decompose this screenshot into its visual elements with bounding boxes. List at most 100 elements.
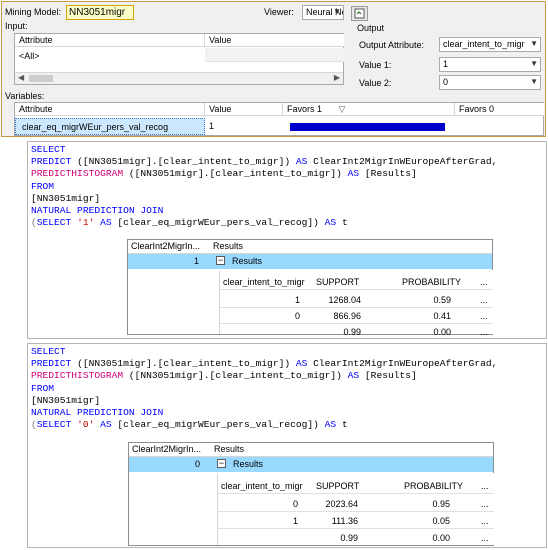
query-token: AS <box>347 168 360 180</box>
scroll-left-icon[interactable]: ◀ <box>18 73 24 82</box>
hist-cell: ... <box>481 499 489 509</box>
scroll-thumb[interactable] <box>29 75 53 82</box>
results-label: Results <box>232 256 263 266</box>
hist-header-attr: clear_intent_to_migr <box>223 277 305 287</box>
query-line: [NN3051migr] <box>31 395 497 407</box>
hist-cell: 2023.64 <box>325 499 358 509</box>
scroll-right-icon[interactable]: ▶ <box>334 73 340 82</box>
variables-header-attribute: Attribute <box>15 103 205 116</box>
query-line: SELECT <box>31 346 497 358</box>
dmx-query-1[interactable]: SELECT PREDICT ([NN3051migr].[clear_inten… <box>31 144 497 229</box>
favors1-label: Favors 1 <box>287 104 323 114</box>
query-token: [NN3051migr] <box>31 192 101 204</box>
query-panel-1: SELECT PREDICT ([NN3051migr].[clear_inten… <box>27 141 547 339</box>
hist-header-probability: PROBABILITY <box>404 481 464 491</box>
result-grid-2[interactable]: ClearInt2MigrIn... Results 0 − Results c… <box>128 442 494 546</box>
hist-cell: 0 <box>294 311 300 321</box>
chevron-down-icon: ▼ <box>333 7 341 16</box>
query-token: PREDICT <box>31 156 72 168</box>
input-grid[interactable]: Attribute Value <All> ◀ ▶ <box>14 33 344 85</box>
hist-cell: 0.59 <box>433 295 451 305</box>
query-line: PREDICT ([NN3051migr].[clear_intent_to_m… <box>31 156 497 168</box>
query-token: AS <box>295 156 308 168</box>
query-line: (SELECT '0' AS [clear_eq_migrWEur_pers_v… <box>31 419 497 431</box>
value1-select[interactable]: 1 ▼ <box>439 57 541 72</box>
query-token: ClearInt2MigrInWEuropeAfterGrad, <box>307 358 498 370</box>
query-line: NATURAL PREDICTION JOIN <box>31 407 497 419</box>
hist-cell: ... <box>481 516 489 526</box>
query-line: (SELECT '1' AS [clear_eq_migrWEur_pers_v… <box>31 217 497 229</box>
value2-label: Value 2: <box>359 78 392 88</box>
chevron-down-icon: ▼ <box>530 77 538 86</box>
query-token: NATURAL PREDICTION JOIN <box>31 205 164 217</box>
histogram-header: clear_intent_to_migr SUPPORT PROBABILITY… <box>218 478 494 494</box>
input-row-all[interactable]: <All> <box>19 51 40 61</box>
favors1-bar <box>290 123 445 131</box>
histogram-row: 0.99 0.00 ... <box>218 530 494 546</box>
output-attribute-value: clear_intent_to_migr <box>443 39 525 49</box>
query-token: PREDICTHISTOGRAM <box>31 168 124 180</box>
query-line: PREDICTHISTOGRAM ([NN3051migr].[clear_in… <box>31 370 497 382</box>
result-grid-header: ClearInt2MigrIn... Results <box>129 443 493 457</box>
query-token: AS <box>324 419 337 431</box>
query-token: SELECT <box>36 419 72 431</box>
hist-cell: 0.00 <box>432 533 450 543</box>
query-token: AS <box>295 358 308 370</box>
value2-select[interactable]: 0 ▼ <box>439 75 541 90</box>
hist-cell: 866.96 <box>333 311 361 321</box>
query-token: t <box>336 217 348 229</box>
histogram-table-1: clear_intent_to_migr SUPPORT PROBABILITY… <box>219 270 493 337</box>
hist-header-support: SUPPORT <box>316 277 360 287</box>
query-token: SELECT <box>36 217 72 229</box>
result-row-selected[interactable]: 0 − Results <box>129 457 493 472</box>
result-row-selected[interactable]: 1 − Results <box>128 254 492 269</box>
variables-header-value: Value <box>205 103 283 116</box>
hist-header-more: ... <box>480 277 488 287</box>
histogram-row: 0 866.96 0.41 ... <box>220 308 493 324</box>
query-token: ClearInt2MigrInWEuropeAfterGrad, <box>307 156 498 168</box>
hist-cell: 0.99 <box>343 327 361 337</box>
hist-cell: ... <box>480 295 488 305</box>
histogram-row: 1 111.36 0.05 ... <box>218 513 494 529</box>
query-token: [Results] <box>359 370 417 382</box>
filter-icon[interactable]: ▽ <box>339 104 346 114</box>
query-token: AS <box>100 217 112 229</box>
query-line: PREDICT ([NN3051migr].[clear_intent_to_m… <box>31 358 497 370</box>
refresh-button[interactable] <box>351 6 368 21</box>
hist-header-probability: PROBABILITY <box>402 277 462 287</box>
hist-cell: 1 <box>292 516 298 526</box>
collapse-icon[interactable]: − <box>216 256 225 265</box>
variables-grid[interactable]: Attribute Value Favors 1 ▽ Favors 0 clea… <box>14 102 544 136</box>
query-token: PREDICT <box>31 358 72 370</box>
chevron-down-icon: ▼ <box>530 59 538 68</box>
collapse-icon[interactable]: − <box>217 459 226 468</box>
histogram-row: 1 1268.04 0.59 ... <box>220 292 493 308</box>
hist-cell: ... <box>481 533 489 543</box>
input-hscrollbar[interactable]: ◀ ▶ <box>15 72 343 84</box>
result-grid-1[interactable]: ClearInt2MigrIn... Results 1 − Results c… <box>127 239 493 337</box>
output-attribute-select[interactable]: clear_intent_to_migr ▼ <box>439 37 541 52</box>
viewer-select[interactable]: Neural Net ▼ <box>302 5 344 20</box>
query-token: '1' <box>77 217 95 229</box>
input-row-value[interactable] <box>205 48 344 62</box>
histogram-row: 0 2023.64 0.95 ... <box>218 496 494 512</box>
hist-header-support: SUPPORT <box>316 481 360 491</box>
dmx-query-2[interactable]: SELECT PREDICT ([NN3051migr].[clear_inten… <box>31 346 497 431</box>
output-attribute-label: Output Attribute: <box>359 40 425 50</box>
result-header-prediction: ClearInt2MigrIn... <box>131 241 201 251</box>
variables-row-attribute[interactable]: clear_eq_migrWEur_pers_val_recog <box>15 118 205 135</box>
query-line: [NN3051migr] <box>31 193 497 205</box>
query-line: FROM <box>31 383 497 395</box>
query-token: [clear_eq_migrWEur_pers_val_recog]) <box>111 419 325 431</box>
hist-header-attr: clear_intent_to_migr <box>221 481 303 491</box>
variables-header-favors1[interactable]: Favors 1 ▽ <box>283 103 455 116</box>
query-token: AS <box>100 419 112 431</box>
histogram-table-2: clear_intent_to_migr SUPPORT PROBABILITY… <box>217 473 494 545</box>
hist-cell: ... <box>480 311 488 321</box>
hist-cell: 1 <box>294 295 300 305</box>
histogram-row: 0.99 0.00 ... <box>220 324 493 340</box>
variables-label: Variables: <box>5 91 45 101</box>
mining-viewer-panel: Mining Model: NN3051migr Viewer: Neural … <box>1 1 546 137</box>
mining-model-field[interactable]: NN3051migr <box>66 5 134 20</box>
hist-cell: ... <box>480 327 488 337</box>
